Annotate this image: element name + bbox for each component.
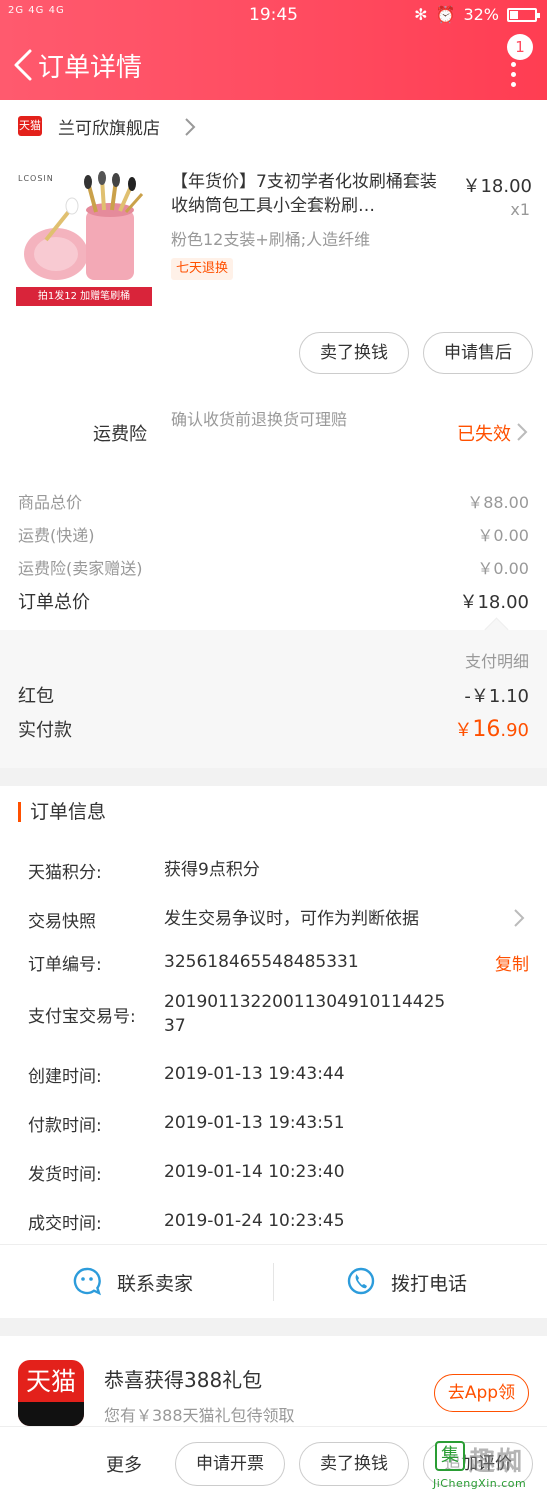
info-label: 支付宝交易号: [28, 1007, 136, 1027]
sell-for-cash-button[interactable]: 卖了换钱 [299, 332, 409, 374]
goods-total-row: 商品总价 ￥88.00 [18, 489, 529, 513]
after-sales-button[interactable]: 申请售后 [423, 332, 533, 374]
shop-name: 兰可欣旗舰店 [58, 119, 160, 139]
battery-percent: 32% [463, 5, 499, 24]
bluetooth-icon: ✻ [414, 5, 428, 24]
alarm-icon: ⏰ [435, 5, 456, 24]
info-label: 交易快照 [28, 912, 96, 932]
product-item: LCOSIN 拍1发12 加赠笔刷桶 【年货价】7支初学者化妆刷桶套装收纳筒包工… [0, 150, 547, 390]
product-price: ￥18.00 [462, 176, 532, 197]
call-phone-label: 拨打电话 [391, 1273, 468, 1295]
bottom-action-bar: 更多 申请开票 卖了换钱 追加评价 集 趣蜘 JiChengXin.com [0, 1426, 547, 1500]
section-divider [0, 768, 547, 786]
request-invoice-button[interactable]: 申请开票 [175, 1442, 285, 1486]
return-policy-tag: 七天退换 [171, 258, 234, 280]
page-title: 订单详情 [38, 53, 143, 83]
insurance-fee-label: 运费险(卖家赠送) [18, 559, 143, 578]
red-packet-label: 红包 [18, 686, 54, 707]
actual-paid-row: 实付款 ￥16.90 [18, 716, 529, 742]
product-sku: 粉色12支装+刷桶;人造纤维 [171, 230, 371, 249]
back-arrow-icon[interactable] [10, 48, 40, 82]
watermark-url: JiChengXin.com [433, 1477, 527, 1490]
message-count-badge: 1 [507, 34, 533, 60]
payment-detail-box: 支付明细 红包 -￥1.10 实付款 ￥16.90 [0, 630, 547, 768]
status-bar: 2G 4G 4G 19:45 ✻ ⏰ 32% [0, 0, 547, 30]
contact-seller-button[interactable]: 联系卖家 [0, 1245, 273, 1319]
tmall-logo-text: 天猫 [25, 1367, 76, 1396]
insurance-status: 已失效 [457, 424, 511, 445]
info-value: 2019-01-13 19:43:51 [164, 1113, 345, 1133]
claim-in-app-button[interactable]: 去App领 [434, 1374, 529, 1412]
info-label: 付款时间: [28, 1116, 102, 1136]
info-label: 成交时间: [28, 1214, 102, 1234]
actual-paid-value: ￥16.90 [454, 716, 529, 742]
call-phone-button[interactable]: 拨打电话 [274, 1245, 547, 1319]
insurance-fee-value: ￥0.00 [477, 559, 529, 578]
gift-title: 恭喜获得388礼包 [104, 1368, 263, 1392]
shipping-fee-row: 运费(快递) ￥0.00 [18, 522, 529, 546]
insurance-label: 运费险 [93, 424, 147, 445]
order-total-value: ￥18.00 [459, 592, 529, 613]
payment-detail-link[interactable]: 支付明细 [465, 648, 529, 672]
sell-for-cash-bottom-button[interactable]: 卖了换钱 [299, 1442, 409, 1486]
tmall-logo-icon: 天猫 [18, 116, 42, 136]
info-label: 发货时间: [28, 1165, 102, 1185]
gift-banner: 天猫 恭喜获得388礼包 您有￥388天猫礼包待领取 去App领 [0, 1336, 547, 1426]
chevron-right-icon [514, 909, 525, 927]
more-button[interactable]: 更多 [106, 1451, 142, 1477]
battery-icon [507, 7, 540, 22]
product-promo-banner: 拍1发12 加赠笔刷桶 [16, 287, 152, 306]
phone-icon [347, 1267, 375, 1295]
tmall-face-icon [18, 1402, 84, 1426]
section-divider [0, 1318, 547, 1336]
product-title[interactable]: 【年货价】7支初学者化妆刷桶套装收纳筒包工具小全套粉刷… [171, 170, 446, 218]
contact-seller-label: 联系卖家 [117, 1273, 194, 1295]
chat-bubble-icon [73, 1267, 101, 1296]
contact-bar: 联系卖家 拨打电话 [0, 1244, 547, 1318]
info-label: 订单编号: [28, 955, 102, 975]
tmall-app-logo: 天猫 [18, 1360, 84, 1426]
info-label: 创建时间: [28, 1067, 102, 1087]
info-label: 天猫积分: [28, 863, 102, 883]
order-total-row: 订单总价 ￥18.00 [18, 588, 529, 614]
info-value: 获得9点积分 [164, 860, 260, 880]
goods-total-label: 商品总价 [18, 493, 83, 512]
red-packet-value: -￥1.10 [464, 686, 529, 707]
shipping-insurance-row[interactable]: 运费险 确认收货前退换货可理赔 已失效 [0, 400, 547, 470]
order-info-title: 订单信息 [18, 802, 106, 822]
product-brand: LCOSIN [18, 174, 54, 183]
watermark-logo: 集 [435, 1441, 465, 1471]
makeup-brush-image [24, 171, 144, 280]
paid-decimal: .90 [500, 720, 529, 741]
watermark-text: 趣蜘 [469, 1447, 524, 1477]
product-image[interactable]: LCOSIN 拍1发12 加赠笔刷桶 [16, 170, 152, 306]
chevron-right-icon [185, 118, 196, 136]
red-packet-row: 红包 -￥1.10 [18, 682, 529, 708]
alipay-number-value: 2019011322001130491011442537 [164, 992, 446, 1036]
info-value: 2019-01-14 10:23:40 [164, 1162, 345, 1182]
header-bar: 2G 4G 4G 19:45 ✻ ⏰ 32% 订单详情 1 [0, 0, 547, 100]
shipping-fee-label: 运费(快递) [18, 526, 95, 545]
chevron-right-icon [517, 423, 528, 441]
insurance-description: 确认收货前退换货可理赔 [171, 410, 348, 429]
actual-paid-label: 实付款 [18, 720, 72, 741]
nav-bar: 订单详情 1 [0, 34, 547, 96]
order-total-label: 订单总价 [18, 592, 90, 613]
shop-row[interactable]: 天猫 兰可欣旗舰店 [0, 104, 547, 150]
shipping-fee-value: ￥0.00 [477, 526, 529, 545]
currency-symbol: ￥ [454, 720, 473, 741]
goods-total-value: ￥88.00 [467, 493, 529, 512]
site-watermark: 集 趣蜘 JiChengXin.com [429, 1437, 541, 1497]
info-value: 2019-01-24 10:23:45 [164, 1211, 345, 1231]
copy-button[interactable]: 复制 [495, 950, 529, 975]
order-number-value: 325618465548485331 [164, 952, 359, 972]
product-quantity: x1 [510, 200, 530, 219]
gift-subtitle: 您有￥388天猫礼包待领取 [104, 1406, 295, 1425]
insurance-fee-row: 运费险(卖家赠送) ￥0.00 [18, 555, 529, 579]
more-menu-icon[interactable] [511, 62, 517, 92]
info-value: 2019-01-13 19:43:44 [164, 1064, 345, 1084]
paid-integer: 16 [472, 717, 501, 742]
info-value: 发生交易争议时，可作为判断依据 [164, 909, 419, 929]
